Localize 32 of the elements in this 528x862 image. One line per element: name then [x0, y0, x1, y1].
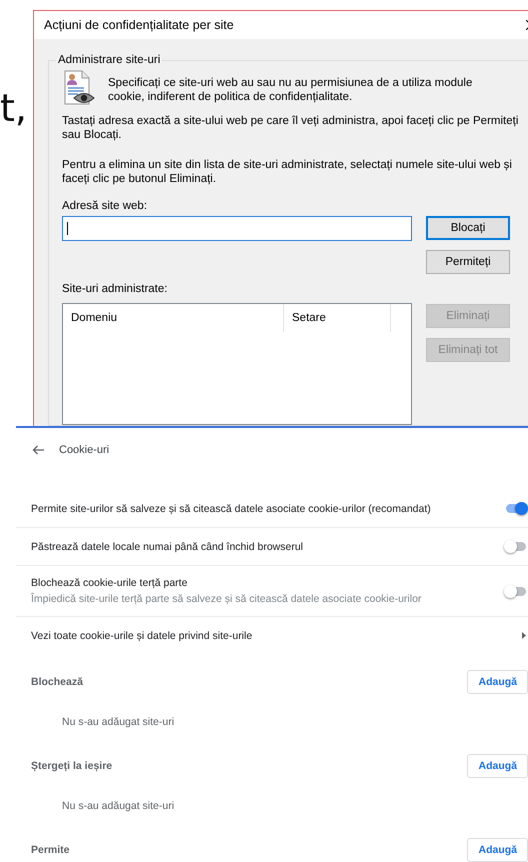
instruction-text: Tastați adresa exactă a site-ului web pe care îl veți administra, apoi faceți clic pe Permiteți sau Blocați. — [62, 114, 520, 142]
address-label: Adresă site web: — [62, 200, 148, 212]
setting-label: Păstrează datele locale numai până când închid browserul — [31, 540, 304, 552]
partial-text: t, — [0, 86, 27, 130]
toggle-switch[interactable] — [506, 586, 526, 596]
settings-link[interactable]: Vezi toate cookie-urile și datele privind site-urile — [31, 630, 252, 642]
empty-text: Nu s-au adăugat site-uri — [61, 715, 176, 730]
dialog-button[interactable]: Blocați — [426, 216, 510, 240]
chevron-right-icon — [522, 632, 526, 639]
section-title: Ștergeți la ieșire — [31, 760, 112, 772]
toggle-switch[interactable] — [506, 504, 526, 513]
toggle-switch[interactable] — [506, 542, 526, 551]
section-title: Blochează — [31, 676, 83, 688]
page-title: Cookie-uri — [59, 444, 110, 456]
add-button[interactable]: Adaugă — [467, 754, 528, 778]
back-arrow-icon[interactable] — [32, 445, 44, 455]
address-field[interactable] — [62, 216, 412, 241]
setting-label: Blochează cookie-urile terță parte — [31, 577, 188, 589]
add-button[interactable]: Adaugă — [467, 670, 528, 694]
empty-text: Nu s-au adăugat site-uri — [61, 799, 176, 814]
group-label: Administrare site-uri — [57, 54, 162, 66]
section-title: Permite — [31, 844, 70, 856]
dialog-title: Acțiuni de confidențialitate per site — [44, 18, 235, 32]
intro-text: Specificați ce site-uri web au sau nu au permisiunea de a utiliza module cookie, indiferent de politica de confidențialitate. — [108, 76, 474, 105]
add-button[interactable]: Adaugă — [467, 838, 528, 862]
column-header[interactable]: Setare — [284, 304, 391, 332]
list-label: Site-uri administrate: — [62, 283, 168, 295]
setting-label: Permite site-urilor să salveze și să citească datele asociate cookie-urilor (recomandat) — [31, 502, 431, 514]
setting-description: Împiedică site-urile terță parte să salveze și să citească datele asociate cookie-urilor — [31, 593, 422, 605]
column-header[interactable]: Domeniu — [63, 304, 284, 332]
dialog-button[interactable]: Permiteți — [426, 250, 510, 274]
instruction-text: Pentru a elimina un site din lista de site-uri administrate, selectați numele site-ului web și faceți clic pe butonul Eliminați. — [62, 158, 513, 186]
